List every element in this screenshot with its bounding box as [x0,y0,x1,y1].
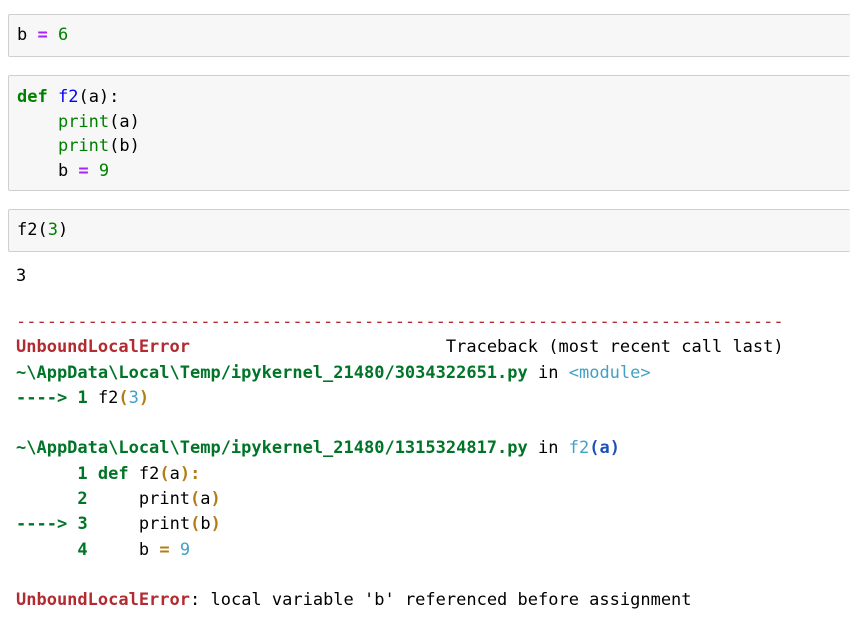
assign-operator: = [78,160,89,181]
frame-2-in: in [538,438,559,459]
frame-2-lineno: 2 [77,489,88,510]
cell-1-source[interactable]: b = 6 [17,23,68,48]
traceback-header: Traceback (most recent call last) [445,337,784,358]
traceback-output: ----------------------------------------… [16,312,784,611]
number-literal: 9 [98,160,110,181]
code-cell-3[interactable]: f2(3) [8,209,850,252]
frame-2-code-4: b = 9 [97,539,191,560]
frame-2-file: ~\AppData\Local\Temp/ipykernel_21480/131… [16,438,528,459]
error-name-final: UnboundLocalError [16,590,190,611]
frame-2-code-3: print(b) [97,514,221,535]
frame-2-code-1: def f2(a): [97,463,201,484]
frame-2-lineno: 1 [77,463,88,484]
def-keyword: def [17,87,48,107]
print-builtin: print [57,136,110,156]
frame-1-marker: ----> [16,387,68,408]
frame-2-code-2: print(a) [97,489,221,510]
frame-2-lineno: 4 [77,539,88,560]
error-name: UnboundLocalError [16,337,190,358]
error-message: local variable 'b' referenced before ass… [210,590,692,611]
frame-1-context: <module> [568,362,651,383]
function-name: f2 [57,87,79,107]
code-cell-1[interactable]: b = 6 [8,14,850,57]
frame-1-lineno: 1 [77,387,88,408]
print-builtin: print [57,111,110,132]
frame-2-lineno: 3 [77,514,88,535]
stdout-output: 3 [16,266,27,286]
frame-2-marker: ----> [16,514,68,535]
cell-3-source[interactable]: f2(3) [17,218,68,243]
frame-1-file: ~\AppData\Local\Temp/ipykernel_21480/303… [16,362,528,383]
frame-1-code: f2(3) [97,387,150,408]
traceback-separator: ----------------------------------------… [16,312,784,332]
frame-2-context: f2(a) [568,438,620,459]
cell-2-source[interactable]: def f2(a): print(a) print(b) b = 9 [17,85,140,183]
number-literal: 6 [58,25,69,45]
assign-operator: = [37,25,48,45]
frame-1-in: in [538,362,559,383]
var-b: b [17,25,28,45]
code-cell-2[interactable]: def f2(a): print(a) print(b) b = 9 [8,75,850,191]
number-literal: 3 [47,220,58,240]
